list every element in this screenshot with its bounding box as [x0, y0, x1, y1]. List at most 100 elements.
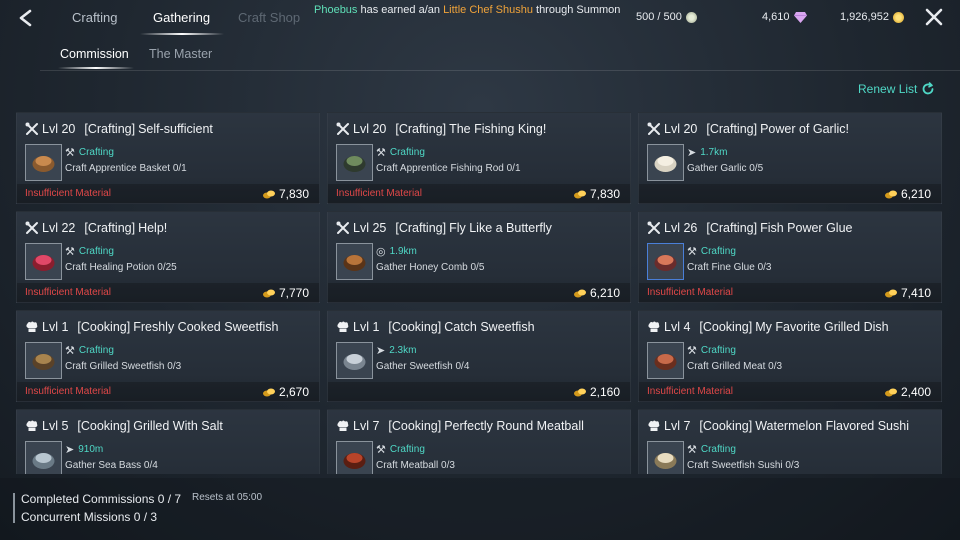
- commission-task: Craft Grilled Meat 0/3: [687, 361, 783, 372]
- commission-footer: 6,210: [639, 184, 941, 204]
- gems-counter[interactable]: 4,610: [762, 11, 807, 23]
- commission-reward: 7,770: [262, 286, 309, 300]
- announcement-player: Phoebus: [314, 4, 358, 16]
- commission-category: [Cooking]: [699, 419, 753, 433]
- wrench-hammer-icon: ⚒: [687, 345, 697, 357]
- commission-task: Craft Apprentice Basket 0/1: [65, 163, 187, 174]
- commission-card[interactable]: Lvl 26 [Crafting] Fish Power Glue ⚒ Crafting…: [638, 211, 942, 303]
- commission-reward: 6,210: [573, 286, 620, 300]
- gold-coins-icon: [884, 190, 897, 198]
- commission-list[interactable]: Lvl 20 [Crafting] Self-sufficient ⚒ Crafting…: [16, 112, 944, 474]
- commission-category: [Crafting]: [84, 122, 136, 136]
- commission-reward: 7,830: [573, 187, 620, 201]
- commission-category: [Crafting]: [706, 221, 758, 235]
- commission-reward-value: 7,770: [278, 286, 309, 300]
- commission-footer: 6,210: [328, 283, 630, 303]
- chef-hat-icon: [337, 321, 349, 332]
- commission-header: Lvl 7 [Cooking] Watermelon Flavored Sushi: [647, 419, 909, 433]
- crossed-tools-icon: [647, 122, 660, 135]
- commission-subtype-label: Crafting: [78, 345, 114, 356]
- commission-subtype-label: Crafting: [389, 147, 425, 158]
- commission-card[interactable]: Lvl 1 [Cooking] Catch Sweetfish ➤ 2.3km Gathe…: [327, 310, 631, 402]
- commission-subtype: ⚒ Crafting: [376, 146, 425, 159]
- back-button[interactable]: [14, 6, 38, 30]
- wrench-hammer-icon: ⚒: [376, 444, 386, 456]
- fishing-rod-icon: [336, 144, 373, 181]
- commission-subtype-label: Crafting: [700, 345, 736, 356]
- commission-title: My Favorite Grilled Dish: [755, 320, 889, 334]
- commission-footer: Insufficient Material 7,410: [639, 283, 941, 303]
- commission-title: Power of Garlic!: [760, 122, 849, 136]
- commission-level: Lvl 20: [42, 122, 76, 136]
- footer-accent-bar: [13, 493, 15, 523]
- commission-header: Lvl 20 [Crafting] The Fishing King!: [336, 122, 546, 136]
- commission-card[interactable]: Lvl 25 [Crafting] Fly Like a Butterfly ◎ 1.9…: [327, 211, 631, 303]
- insufficient-material-warning: Insufficient Material: [25, 188, 111, 199]
- commission-card[interactable]: Lvl 4 [Cooking] My Favorite Grilled Dish ⚒ C…: [638, 310, 942, 402]
- commission-task: Gather Sweetfish 0/4: [376, 361, 470, 372]
- commission-subtype-label: 2.3km: [389, 345, 417, 356]
- commission-reward: 2,160: [573, 385, 620, 399]
- direction-arrow-icon: ➤: [376, 345, 386, 357]
- commission-card[interactable]: Lvl 1 [Cooking] Freshly Cooked Sweetfish ⚒ C…: [16, 310, 320, 402]
- commission-card[interactable]: Lvl 20 [Crafting] Self-sufficient ⚒ Crafting…: [16, 112, 320, 204]
- commission-category: [Crafting]: [395, 122, 447, 136]
- commission-task: Craft Grilled Sweetfish 0/3: [65, 361, 182, 372]
- direction-arrow-icon: ➤: [65, 444, 75, 456]
- gold-counter[interactable]: 1,926,952: [840, 11, 904, 23]
- reset-time: Resets at 05:00: [192, 492, 263, 503]
- commission-reward: 2,400: [884, 385, 931, 399]
- renew-list-button[interactable]: Renew List: [858, 82, 935, 96]
- commission-title: Grilled With Salt: [133, 419, 223, 433]
- commission-reward: 7,410: [884, 286, 931, 300]
- subtab-the-master[interactable]: The Master: [149, 47, 212, 61]
- commission-title: The Fishing King!: [449, 122, 547, 136]
- sea-bass-icon: [25, 441, 62, 474]
- commission-subtype: ◎ 1.9km: [376, 245, 417, 258]
- gold-coins-icon: [262, 190, 275, 198]
- commission-title: Fly Like a Butterfly: [449, 221, 552, 235]
- gold-coins-icon: [573, 190, 586, 198]
- back-arrow-icon: [19, 9, 32, 27]
- gems-value: 4,610: [762, 11, 790, 23]
- commission-header: Lvl 26 [Crafting] Fish Power Glue: [647, 221, 852, 235]
- commission-card[interactable]: Lvl 22 [Crafting] Help! ⚒ Crafting Craft Heal…: [16, 211, 320, 303]
- commission-task: Craft Healing Potion 0/25: [65, 262, 177, 273]
- top-bar: Crafting Gathering Craft Shop Phoebus ha…: [0, 0, 960, 36]
- commission-card[interactable]: Lvl 7 [Cooking] Perfectly Round Meatball ⚒ C…: [327, 409, 631, 474]
- concurrent-missions: Concurrent Missions 0 / 3: [21, 510, 158, 524]
- commission-reward-value: 7,830: [278, 187, 309, 201]
- insufficient-material-warning: Insufficient Material: [647, 287, 733, 298]
- subtab-commission[interactable]: Commission: [60, 47, 129, 61]
- completed-commissions: Completed Commissions 0 / 7: [21, 492, 182, 506]
- close-button[interactable]: [924, 7, 944, 27]
- tab-gathering[interactable]: Gathering: [153, 10, 210, 25]
- commission-subtype-label: 1.7km: [700, 147, 728, 158]
- commission-reward: 7,830: [262, 187, 309, 201]
- commission-header: Lvl 20 [Crafting] Power of Garlic!: [647, 122, 849, 136]
- commission-card[interactable]: Lvl 7 [Cooking] Watermelon Flavored Sushi ⚒…: [638, 409, 942, 474]
- commission-subtype-label: Crafting: [700, 444, 736, 455]
- commission-card[interactable]: Lvl 5 [Cooking] Grilled With Salt ➤ 910m Gath…: [16, 409, 320, 474]
- commission-title: Freshly Cooked Sweetfish: [133, 320, 279, 334]
- energy-counter[interactable]: 500 / 500: [636, 11, 697, 23]
- commission-task: Gather Honey Comb 0/5: [376, 262, 485, 273]
- wrench-hammer-icon: ⚒: [65, 246, 75, 258]
- direction-arrow-icon: ➤: [687, 147, 697, 159]
- grilled-meat-icon: [647, 342, 684, 379]
- commission-card[interactable]: Lvl 20 [Crafting] The Fishing King! ⚒ Crafti…: [327, 112, 631, 204]
- gem-icon: [793, 11, 807, 23]
- grilled-fish-icon: [25, 342, 62, 379]
- subtab-divider: [40, 70, 960, 71]
- commission-level: Lvl 1: [42, 320, 69, 334]
- commission-subtype-label: Crafting: [389, 444, 425, 455]
- commission-subtype: ⚒ Crafting: [65, 344, 114, 357]
- commission-category: [Crafting]: [84, 221, 136, 235]
- commission-header: Lvl 7 [Cooking] Perfectly Round Meatball: [336, 419, 584, 433]
- refresh-icon: [923, 82, 934, 95]
- tab-craft-shop[interactable]: Craft Shop: [238, 10, 300, 25]
- tab-crafting[interactable]: Crafting: [72, 10, 118, 25]
- commission-card[interactable]: Lvl 20 [Crafting] Power of Garlic! ➤ 1.7km Ga…: [638, 112, 942, 204]
- commission-footer: Insufficient Material 2,670: [17, 382, 319, 402]
- energy-value: 500 / 500: [636, 11, 682, 23]
